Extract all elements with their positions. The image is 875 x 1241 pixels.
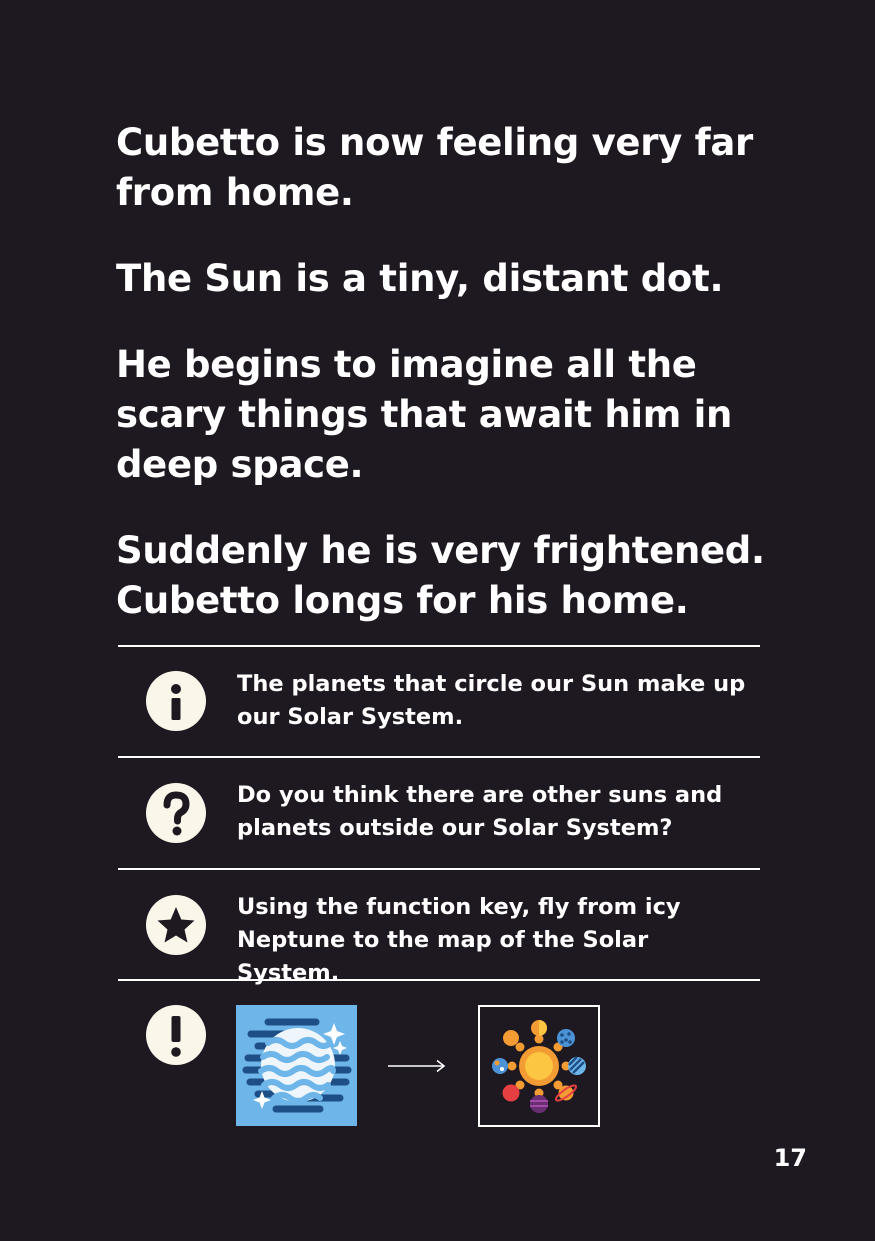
- story-paragraph-4-line-1: Suddenly he is very frightened.: [116, 529, 765, 572]
- activity-text: Using the function key, fly from icy Nep…: [237, 894, 681, 986]
- question-icon: [146, 783, 206, 843]
- question-text: Do you think there are other suns and pl…: [237, 782, 723, 841]
- exclamation-icon: [146, 1005, 206, 1065]
- activity-row: Using the function key, fly from icy Nep…: [118, 870, 760, 986]
- story-paragraph-3: He begins to imagine all the scary thing…: [116, 343, 733, 486]
- neptune-tile: [236, 1005, 357, 1126]
- story-paragraph-4-line-2: Cubetto longs for his home.: [116, 579, 689, 622]
- info-icon: [146, 671, 206, 731]
- fact-row: The planets that circle our Sun make up …: [118, 647, 760, 757]
- story-paragraph-4: Suddenly he is very frightened. Cubetto l…: [116, 526, 776, 626]
- story-paragraph-2: The Sun is a tiny, distant dot.: [116, 257, 724, 300]
- route-row: [118, 981, 760, 1141]
- fact-text: The planets that circle our Sun make up …: [237, 671, 746, 730]
- solar-system-map-tile: [478, 1005, 600, 1127]
- story-paragraph-1: Cubetto is now feeling very far from hom…: [116, 121, 753, 214]
- story-text: Cubetto is now feeling very far from hom…: [116, 118, 776, 662]
- question-row: Do you think there are other suns and pl…: [118, 758, 760, 868]
- right-arrow: [386, 1058, 448, 1073]
- star-icon: [146, 895, 206, 955]
- page-number: 17: [773, 1144, 807, 1172]
